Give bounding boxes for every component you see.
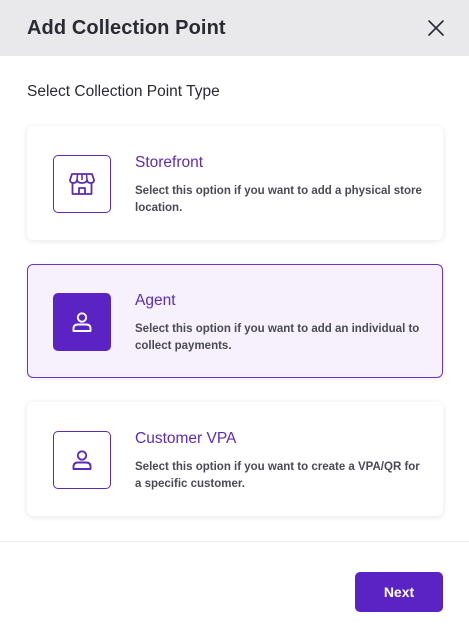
option-title: Storefront: [135, 154, 204, 171]
storefront-icon-box: [53, 155, 111, 213]
storefront-icon: [69, 173, 95, 195]
option-card-agent[interactable]: Agent Select this option if you want to …: [27, 264, 443, 378]
option-description: Select this option if you want to add a …: [135, 185, 422, 214]
person-icon: [72, 450, 92, 470]
section-title: Select Collection Point Type: [27, 83, 220, 100]
option-card-storefront[interactable]: Storefront Select this option if you wan…: [27, 126, 443, 240]
add-collection-point-modal: Add Collection Point Select Collection P…: [0, 0, 469, 633]
close-icon: [428, 20, 444, 36]
person-icon-box: [53, 293, 111, 351]
person-icon-box: [53, 431, 111, 489]
option-description: Select this option if you want to add an…: [135, 323, 420, 352]
option-title: Customer VPA: [135, 430, 237, 447]
modal-footer: Next: [0, 542, 469, 633]
modal-header: Add Collection Point: [0, 0, 469, 56]
option-description: Select this option if you want to create…: [135, 461, 420, 490]
person-icon: [72, 312, 92, 332]
option-title: Agent: [135, 292, 176, 309]
close-button[interactable]: [425, 17, 447, 39]
modal-title: Add Collection Point: [27, 16, 226, 39]
option-card-customer-vpa[interactable]: Customer VPA Select this option if you w…: [27, 402, 443, 516]
next-button[interactable]: Next: [355, 572, 443, 612]
modal-body: Select Collection Point Type Storefront …: [0, 56, 469, 542]
